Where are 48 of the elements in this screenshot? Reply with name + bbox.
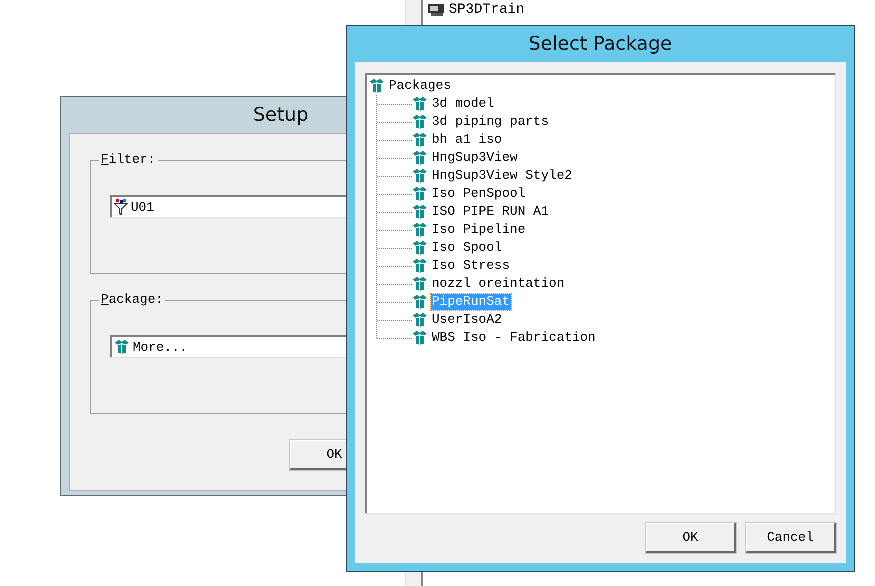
tree-item[interactable]: Iso Pipeline bbox=[431, 222, 527, 238]
tree-line bbox=[376, 149, 412, 167]
package-icon bbox=[412, 186, 428, 202]
package-icon bbox=[369, 78, 385, 94]
tree-line bbox=[376, 113, 412, 131]
package-icon bbox=[412, 150, 428, 166]
package-icon bbox=[412, 96, 428, 112]
tree-item[interactable]: UserIsoA2 bbox=[431, 312, 504, 328]
tree-line bbox=[376, 239, 412, 257]
tree-line bbox=[376, 293, 412, 311]
tree-line bbox=[376, 257, 412, 275]
package-icon bbox=[412, 204, 428, 220]
package-icon bbox=[412, 132, 428, 148]
tree-item[interactable]: HngSup3View Style2 bbox=[431, 168, 574, 184]
package-icon bbox=[412, 312, 428, 328]
tree-item[interactable]: HngSup3View bbox=[431, 150, 519, 166]
package-icon bbox=[412, 168, 428, 184]
package-icon bbox=[412, 276, 428, 292]
tree-line bbox=[376, 167, 412, 185]
cancel-button[interactable]: Cancel bbox=[746, 523, 836, 553]
package-icon bbox=[412, 330, 428, 346]
group-label: Filter: bbox=[99, 152, 158, 167]
tree-item[interactable]: Packages bbox=[388, 78, 452, 94]
tree-line bbox=[376, 185, 412, 203]
tree-item[interactable]: Iso Spool bbox=[431, 240, 504, 256]
tree-item[interactable]: 3d piping parts bbox=[431, 114, 550, 130]
package-icon bbox=[114, 339, 130, 355]
package-icon bbox=[412, 114, 428, 130]
ok-button[interactable]: OK bbox=[646, 523, 736, 553]
tree-line bbox=[376, 95, 412, 113]
filter-icon bbox=[114, 199, 128, 215]
tree-line bbox=[376, 131, 412, 149]
tree-line bbox=[376, 275, 412, 293]
window-title: Select Package bbox=[528, 33, 672, 55]
package-icon bbox=[412, 258, 428, 274]
tree-line bbox=[376, 203, 412, 221]
tree-line bbox=[376, 221, 412, 239]
computer-icon bbox=[427, 3, 445, 17]
tree-item[interactable]: Iso Stress bbox=[431, 258, 512, 274]
tree-item[interactable]: bh a1 iso bbox=[431, 132, 504, 148]
window-title: Setup bbox=[253, 104, 309, 126]
tree-item[interactable]: 3d model bbox=[431, 96, 496, 112]
tree-item[interactable]: SP3DTrain bbox=[449, 2, 525, 18]
package-icon bbox=[412, 240, 428, 256]
tree-item[interactable]: nozzl oreintation bbox=[431, 276, 566, 292]
package-icon bbox=[412, 222, 428, 238]
package-icon bbox=[412, 294, 428, 310]
group-label: Package: bbox=[99, 292, 166, 307]
